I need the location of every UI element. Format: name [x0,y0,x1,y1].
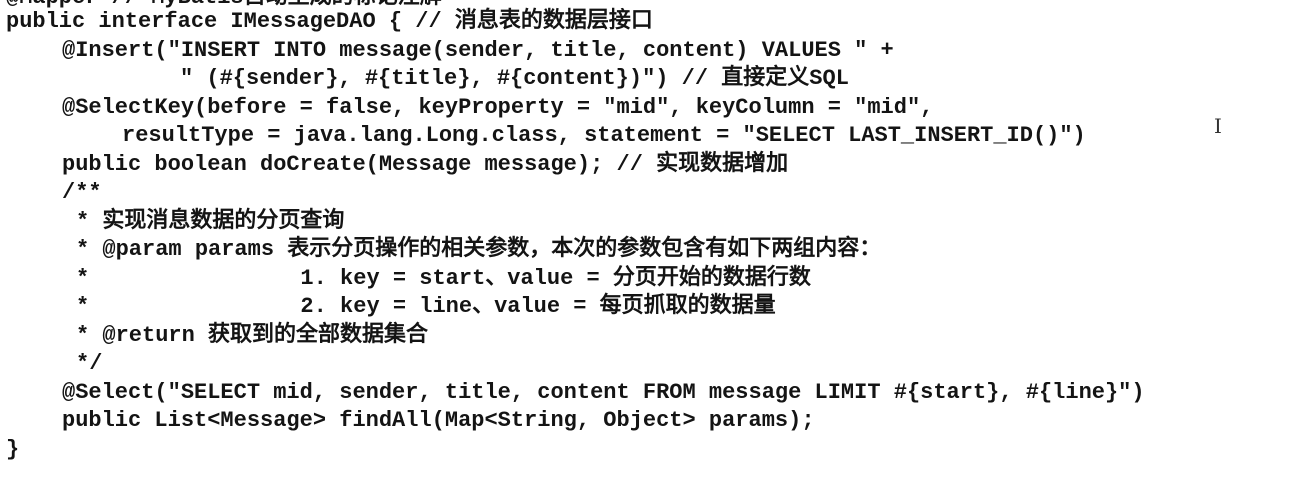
code-line-javadoc-close: */ [76,351,103,376]
code-line-javadoc-param-item-1: * 1. key = start、value = 分页开始的数据行数 [76,266,811,291]
code-line-select-annotation: @Select("SELECT mid, sender, title, cont… [62,380,1145,405]
code-line-docreate-method: public boolean doCreate(Message message)… [62,152,789,177]
code-line-insert-annotation: @Insert("INSERT INTO message(sender, tit… [62,38,894,63]
code-line-selectkey-resulttype: resultType = java.lang.Long.class, state… [122,123,1086,148]
code-listing: @Mapper // MyBatis自动生成的标记注解 public inter… [0,0,1310,480]
text-cursor-icon: I [1214,114,1222,138]
code-line-javadoc-return: * @return 获取到的全部数据集合 [76,323,429,348]
code-line-interface-declaration: public interface IMessageDAO { // 消息表的数据… [6,9,653,34]
code-line-insert-values: " (#{sender}, #{title}, #{content})") //… [180,66,849,91]
code-line-javadoc-open: /** [62,180,102,205]
code-line-closing-brace: } [6,437,20,462]
code-line-selectkey-annotation: @SelectKey(before = false, keyProperty =… [62,95,934,120]
code-line-findall-method: public List<Message> findAll(Map<String,… [62,408,815,433]
code-line-javadoc-param-item-2: * 2. key = line、value = 每页抓取的数据量 [76,294,776,319]
code-line-javadoc-summary: * 实现消息数据的分页查询 [76,209,345,234]
code-line-javadoc-param: * @param params 表示分页操作的相关参数，本次的参数包含有如下两组… [76,237,882,262]
